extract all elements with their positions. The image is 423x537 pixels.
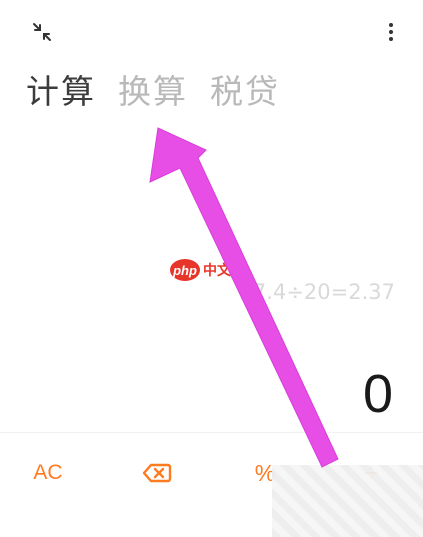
- more-vertical-icon[interactable]: [385, 20, 397, 44]
- result-display: 0: [362, 364, 393, 424]
- mode-tabs: 计算 换算 税贷: [26, 70, 280, 114]
- backspace-button[interactable]: [132, 450, 182, 496]
- blurred-region: [272, 465, 423, 537]
- tab-calculate[interactable]: 计算: [26, 70, 96, 114]
- watermark-text: 中文网: [203, 263, 245, 279]
- backspace-icon: [142, 463, 172, 483]
- watermark-logo: php 中文网: [170, 259, 245, 281]
- history-expression: 47.4÷20=2.37: [239, 280, 395, 304]
- collapse-arrows-icon[interactable]: [30, 20, 54, 44]
- calculator-screen: 计算 换算 税贷 php 中文网 47.4÷20=2.37 0 AC % ÷: [0, 0, 423, 537]
- keypad-divider: [0, 432, 423, 433]
- tab-tax-loan[interactable]: 税贷: [210, 70, 280, 114]
- tab-convert[interactable]: 换算: [118, 70, 188, 114]
- watermark-badge: php: [170, 259, 200, 281]
- clear-button[interactable]: AC: [20, 450, 76, 496]
